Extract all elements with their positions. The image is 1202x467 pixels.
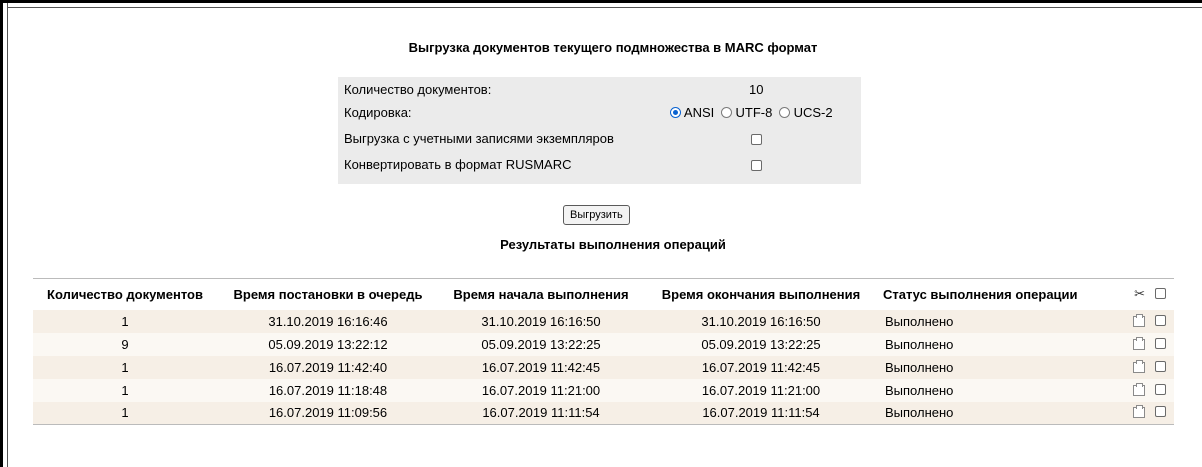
cell-clipboard xyxy=(1109,379,1147,402)
col-select-all xyxy=(1147,278,1174,310)
select-all-checkbox[interactable] xyxy=(1155,287,1166,299)
cell-started: 16.07.2019 11:11:54 xyxy=(439,401,643,425)
cell-started: 31.10.2019 16:16:50 xyxy=(481,313,601,329)
encoding-option-utf8-label: UTF-8 xyxy=(735,105,773,120)
cell-queued: 31.10.2019 16:16:46 xyxy=(268,313,388,329)
cell-select xyxy=(1147,310,1174,333)
row-checkbox[interactable] xyxy=(1155,383,1166,395)
table-row: 1 16.07.2019 11:09:56 16.07.2019 11:11:5… xyxy=(33,401,1174,425)
cell-clipboard xyxy=(1109,333,1147,356)
cell-started: 05.09.2019 13:22:25 xyxy=(481,336,601,352)
row-checkbox[interactable] xyxy=(1155,406,1166,418)
cell-queued: 16.07.2019 11:18:48 xyxy=(268,382,388,398)
results-header-row: Количество документов Время постановки в… xyxy=(33,278,1174,310)
cell-finished: 16.07.2019 11:11:54 xyxy=(643,401,879,425)
rusmarc-row: Конвертировать в формат RUSMARC xyxy=(338,154,861,174)
col-queued-time: Время постановки в очередь xyxy=(217,278,439,310)
clipboard-icon[interactable] xyxy=(1133,405,1145,419)
col-start-time: Время начала выполнения xyxy=(439,278,643,310)
row-checkbox[interactable] xyxy=(1155,314,1166,326)
rusmarc-label: Конвертировать в формат RUSMARC xyxy=(344,157,572,172)
panel-border-top xyxy=(7,7,1202,8)
encoding-option-ansi-label: ANSI xyxy=(683,105,715,120)
export-button[interactable]: Выгрузить xyxy=(563,205,630,225)
results-title: Результаты выполнения операций xyxy=(500,237,726,252)
table-row: 1 16.07.2019 11:18:48 16.07.2019 11:21:0… xyxy=(33,378,1174,402)
row-checkbox[interactable] xyxy=(1155,337,1166,349)
rusmarc-checkbox[interactable] xyxy=(751,160,762,171)
rusmarc-checkbox-wrap xyxy=(751,159,762,174)
cell-select xyxy=(1147,333,1174,356)
encoding-option-utf8[interactable]: UTF-8 xyxy=(720,105,776,120)
encoding-row: Кодировка: ANSI UTF-8 UCS-2 xyxy=(338,102,861,122)
cell-finished: 16.07.2019 11:21:00 xyxy=(701,382,821,398)
cell-count: 1 xyxy=(121,382,129,398)
col-status: Статус выполнения операции xyxy=(879,278,1109,310)
encoding-option-ansi[interactable]: ANSI xyxy=(670,105,718,120)
row-checkbox[interactable] xyxy=(1155,360,1166,372)
cell-status: Выполнено xyxy=(879,401,1109,425)
clipboard-icon[interactable] xyxy=(1133,336,1145,350)
encoding-options: ANSI UTF-8 UCS-2 xyxy=(670,105,833,120)
cell-queued: 16.07.2019 11:42:40 xyxy=(268,359,388,375)
doc-count-label: Количество документов: xyxy=(344,82,492,97)
cell-count: 9 xyxy=(121,336,129,352)
cell-select xyxy=(1147,379,1174,402)
clipboard-icon[interactable] xyxy=(1133,382,1145,396)
cell-queued: 16.07.2019 11:09:56 xyxy=(217,401,439,425)
doc-count-row: Количество документов: 10 xyxy=(338,79,861,99)
cell-clipboard xyxy=(1109,401,1147,425)
scissors-icon[interactable]: ✂ xyxy=(1134,286,1145,301)
cell-select xyxy=(1147,356,1174,379)
clipboard-icon[interactable] xyxy=(1133,313,1145,327)
table-row: 1 31.10.2019 16:16:46 31.10.2019 16:16:5… xyxy=(33,309,1174,333)
cell-select xyxy=(1147,401,1174,425)
cell-count: 1 xyxy=(33,401,217,425)
cell-status: Выполнено xyxy=(885,382,954,398)
table-row: 1 16.07.2019 11:42:40 16.07.2019 11:42:4… xyxy=(33,355,1174,379)
encoding-option-ucs2-label: UCS-2 xyxy=(793,105,833,120)
window-border-top xyxy=(0,0,1202,3)
window-border-left xyxy=(0,0,3,467)
table-row: 9 05.09.2019 13:22:12 05.09.2019 13:22:2… xyxy=(33,332,1174,356)
encoding-label: Кодировка: xyxy=(344,105,412,120)
cell-status: Выполнено xyxy=(885,336,954,352)
cell-finished: 16.07.2019 11:42:45 xyxy=(701,359,821,375)
cell-started: 16.07.2019 11:21:00 xyxy=(481,382,601,398)
cell-status: Выполнено xyxy=(885,359,954,375)
export-form: Количество документов: 10 Кодировка: ANS… xyxy=(338,77,861,184)
cell-queued: 05.09.2019 13:22:12 xyxy=(268,336,388,352)
col-doc-count: Количество документов xyxy=(33,278,217,310)
doc-count-value: 10 xyxy=(749,82,764,97)
cell-started: 16.07.2019 11:42:45 xyxy=(481,359,601,375)
col-scissors: ✂ xyxy=(1109,278,1147,310)
radio-utf8[interactable] xyxy=(720,107,732,118)
clipboard-icon[interactable] xyxy=(1133,359,1145,373)
cell-clipboard xyxy=(1109,310,1147,333)
cell-clipboard xyxy=(1109,356,1147,379)
panel-border-left xyxy=(7,3,8,467)
results-table: Количество документов Время постановки в… xyxy=(33,278,1174,425)
export-title: Выгрузка документов текущего подмножеств… xyxy=(408,40,818,55)
cell-finished: 31.10.2019 16:16:50 xyxy=(701,313,821,329)
with-items-row: Выгрузка с учетными записями экземпляров xyxy=(338,128,861,148)
cell-count: 1 xyxy=(121,359,129,375)
encoding-option-ucs2[interactable]: UCS-2 xyxy=(778,105,833,120)
cell-finished: 05.09.2019 13:22:25 xyxy=(701,336,821,352)
with-items-checkbox[interactable] xyxy=(751,134,762,145)
radio-ansi[interactable] xyxy=(670,107,681,118)
col-end-time: Время окончания выполнения xyxy=(643,278,879,310)
radio-ucs2[interactable] xyxy=(778,107,790,118)
cell-status: Выполнено xyxy=(885,313,954,329)
with-items-label: Выгрузка с учетными записями экземпляров xyxy=(344,131,614,146)
with-items-checkbox-wrap xyxy=(751,133,762,148)
cell-count: 1 xyxy=(121,313,129,329)
